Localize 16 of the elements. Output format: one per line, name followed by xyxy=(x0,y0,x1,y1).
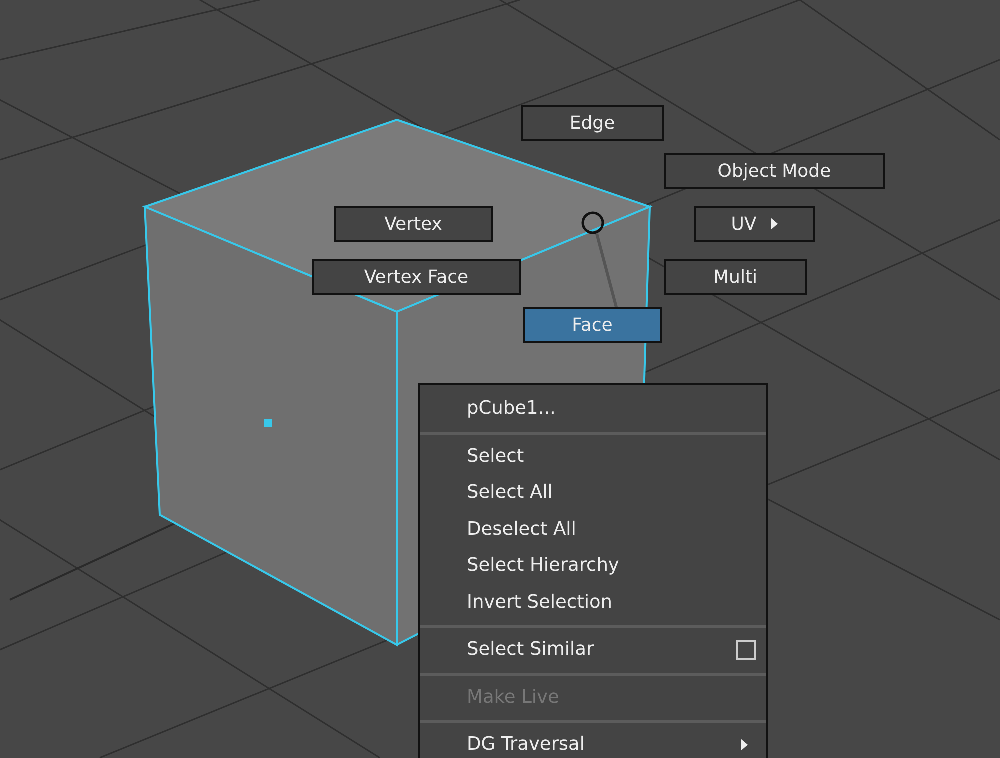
menu-item[interactable]: pCube1... xyxy=(420,391,766,428)
marking-menu-item[interactable]: Vertex Face xyxy=(312,259,521,295)
option-box-icon[interactable] xyxy=(736,640,756,660)
menu-item[interactable]: Deselect All xyxy=(420,512,766,548)
menu-item[interactable]: Invert Selection xyxy=(420,584,766,621)
marking-menu-item[interactable]: Object Mode xyxy=(664,153,885,189)
menu-item[interactable]: DG Traversal xyxy=(420,727,766,758)
marking-menu-item[interactable]: Edge xyxy=(521,105,664,141)
menu-item[interactable]: Select All xyxy=(420,475,766,512)
marking-menu-item[interactable]: Vertex xyxy=(334,206,493,242)
marking-menu-item[interactable]: Face xyxy=(523,307,662,343)
marking-menu-item[interactable]: Multi xyxy=(664,259,807,295)
marking-menu-item[interactable]: UV xyxy=(694,206,815,242)
menu-item[interactable]: Select Similar xyxy=(420,632,766,668)
menu-item[interactable]: Select xyxy=(420,438,766,475)
menu-item[interactable]: Select Hierarchy xyxy=(420,548,766,584)
